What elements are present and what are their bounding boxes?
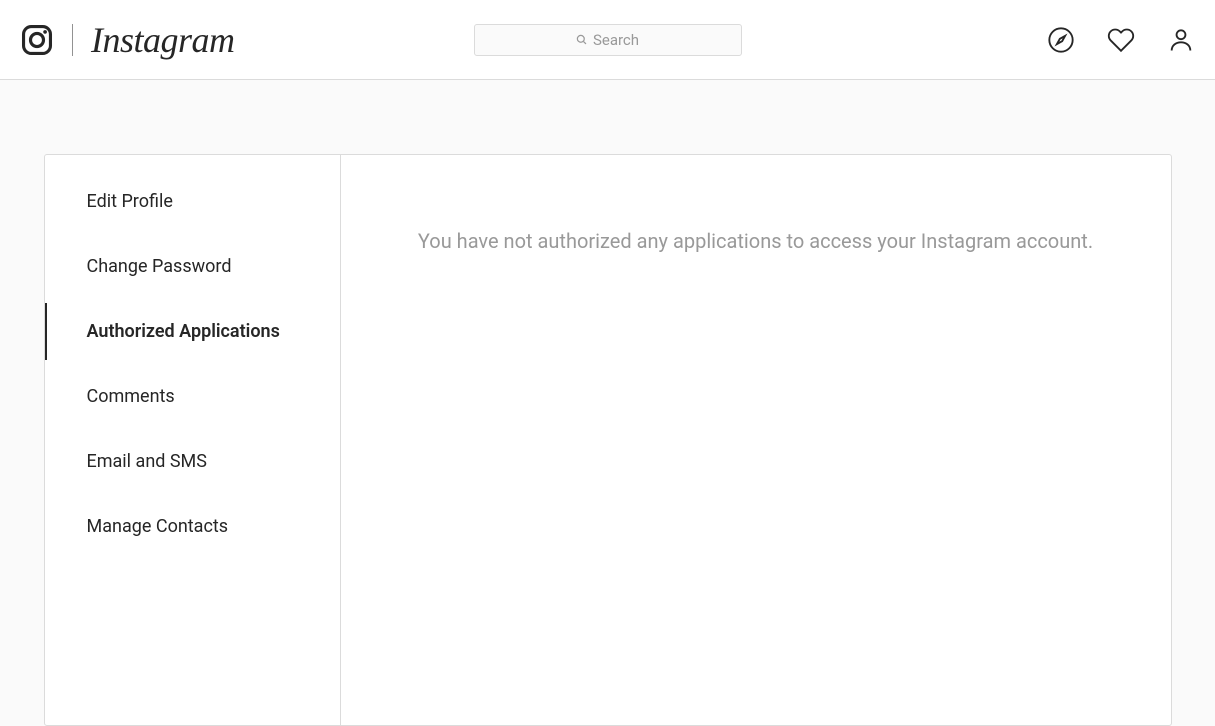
sidebar-item-label: Authorized Applications: [87, 321, 280, 342]
explore-icon[interactable]: [1047, 26, 1075, 54]
settings-content: You have not authorized any applications…: [341, 155, 1171, 725]
instagram-wordmark: Instagram: [91, 19, 235, 61]
sidebar-item-email-and-sms[interactable]: Email and SMS: [45, 433, 340, 490]
sidebar-item-label: Comments: [87, 386, 175, 407]
sidebar-item-label: Change Password: [87, 256, 232, 277]
activity-heart-icon[interactable]: [1107, 26, 1135, 54]
sidebar-item-comments[interactable]: Comments: [45, 368, 340, 425]
sidebar-item-change-password[interactable]: Change Password: [45, 238, 340, 295]
sidebar-item-authorized-applications[interactable]: Authorized Applications: [45, 303, 340, 360]
nav-icons: [1047, 26, 1195, 54]
search-icon: [576, 34, 587, 45]
sidebar-item-label: Manage Contacts: [87, 516, 229, 537]
top-nav-bar: Instagram Search: [0, 0, 1215, 80]
sidebar-item-edit-profile[interactable]: Edit Profile: [45, 173, 340, 230]
profile-icon[interactable]: [1167, 26, 1195, 54]
authorized-apps-empty-message: You have not authorized any applications…: [418, 229, 1093, 725]
search-placeholder: Search: [593, 31, 639, 49]
settings-panel: Edit Profile Change Password Authorized …: [44, 154, 1172, 726]
instagram-camera-icon: [20, 23, 54, 57]
sidebar-item-label: Edit Profile: [87, 191, 173, 212]
logo-divider: [72, 24, 73, 56]
sidebar-item-label: Email and SMS: [87, 451, 207, 472]
search-input[interactable]: Search: [474, 24, 742, 56]
sidebar-item-manage-contacts[interactable]: Manage Contacts: [45, 498, 340, 555]
logo-group[interactable]: Instagram: [20, 19, 235, 61]
settings-sidebar: Edit Profile Change Password Authorized …: [45, 155, 341, 725]
